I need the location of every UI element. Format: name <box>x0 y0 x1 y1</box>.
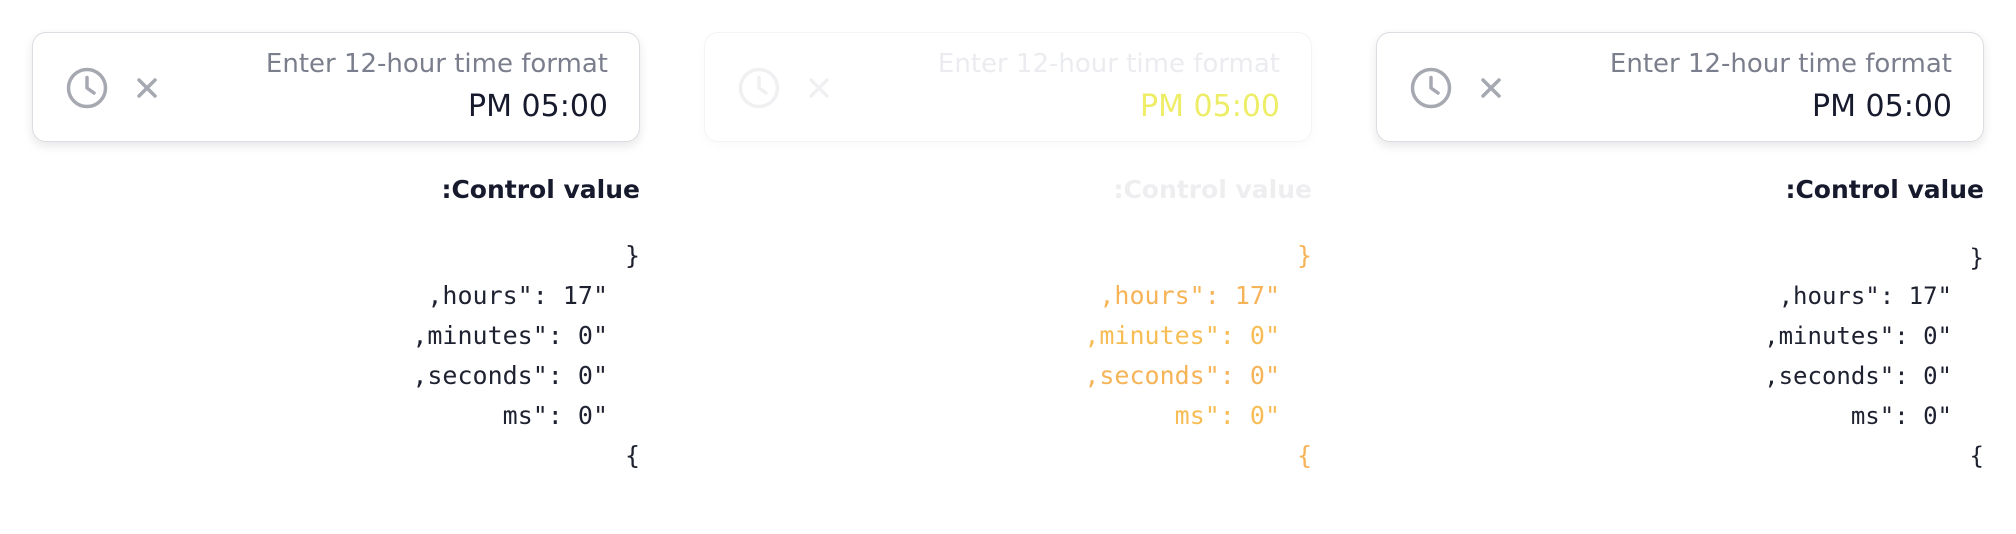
control-value-label: :Control value <box>441 175 640 204</box>
time-input-label: Enter 12-hour time format <box>265 49 608 79</box>
clock-icon[interactable] <box>1409 66 1453 110</box>
close-icon[interactable] <box>131 72 163 104</box>
time-input-value[interactable]: PM 05:00 <box>1140 89 1280 124</box>
code-line: { <box>624 441 640 470</box>
control-value-code: } ,hours": 17" ,minutes": 0" ,seconds": … <box>1564 236 1984 476</box>
close-icon[interactable] <box>1475 72 1507 104</box>
code-line: ,minutes": 0" <box>1764 322 1952 350</box>
time-input-value[interactable]: PM 05:00 <box>1812 89 1952 124</box>
code-line: ms": 0" <box>502 401 608 430</box>
control-value-label: :Control value <box>1785 175 1984 204</box>
time-input[interactable]: Enter 12-hour time format PM 05:00 <box>32 32 640 142</box>
code-line: ,minutes": 0" <box>1084 321 1280 350</box>
code-line: ,hours": 17" <box>427 281 608 310</box>
code-line: ,hours": 17" <box>1099 281 1280 310</box>
time-input-label: Enter 12-hour time format <box>937 49 1280 79</box>
code-line: ,seconds": 0" <box>1084 361 1280 390</box>
code-line: } <box>1969 244 1984 272</box>
demo-stage: Enter 12-hour time format PM 05:00 :Cont… <box>0 0 2016 534</box>
time-input[interactable]: Enter 12-hour time format PM 05:00 <box>1376 32 1984 142</box>
code-line: } <box>1296 241 1312 270</box>
control-value-code: } ,hours": 17" ,minutes": 0" ,seconds": … <box>220 236 640 476</box>
code-line: ms": 0" <box>1174 401 1280 430</box>
control-value-label: :Control value <box>1113 175 1312 204</box>
code-line: { <box>1296 441 1312 470</box>
time-input-demo-panel-faded: Enter 12-hour time format PM 05:00 :Cont… <box>672 0 1344 534</box>
code-line: { <box>1969 442 1984 470</box>
time-input-demo-panel: Enter 12-hour time format PM 05:00 :Cont… <box>0 0 672 534</box>
code-line: ,hours": 17" <box>1778 282 1952 310</box>
code-line: ,minutes": 0" <box>412 321 608 350</box>
code-line: } <box>624 241 640 270</box>
time-input[interactable]: Enter 12-hour time format PM 05:00 <box>704 32 1312 142</box>
clock-icon[interactable] <box>65 66 109 110</box>
close-icon[interactable] <box>803 72 835 104</box>
code-line: ,seconds": 0" <box>1764 362 1952 390</box>
clock-icon[interactable] <box>737 66 781 110</box>
code-line: ,seconds": 0" <box>412 361 608 390</box>
time-input-value[interactable]: PM 05:00 <box>468 89 608 124</box>
control-value-code: } ,hours": 17" ,minutes": 0" ,seconds": … <box>892 236 1312 476</box>
code-line: ms": 0" <box>1850 402 1952 430</box>
time-input-demo-panel: Enter 12-hour time format PM 05:00 :Cont… <box>1344 0 2016 534</box>
time-input-label: Enter 12-hour time format <box>1609 49 1952 79</box>
